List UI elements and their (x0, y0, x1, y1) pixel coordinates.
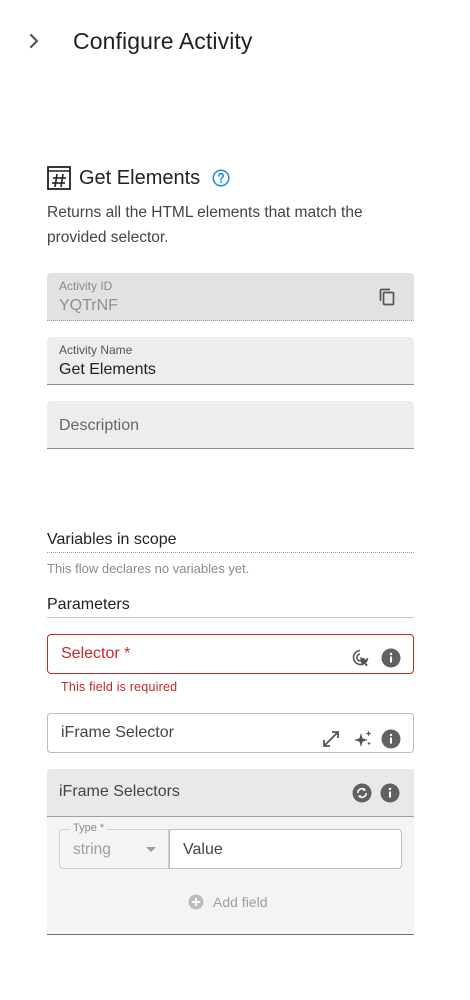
hash-selector-icon (47, 166, 71, 190)
variables-section-title: Variables in scope (47, 531, 414, 553)
activity-name-value: Get Elements (59, 361, 156, 378)
parameters-section-title: Parameters (47, 596, 414, 618)
help-icon[interactable] (212, 169, 230, 187)
iframe-selector-placeholder: iFrame Selector (61, 724, 174, 741)
expand-icon[interactable] (321, 729, 341, 749)
type-select[interactable]: Type * string (59, 822, 169, 869)
description-placeholder: Description (59, 417, 140, 434)
activity-description: Returns all the HTML elements that match… (47, 204, 363, 246)
chevron-right-icon (29, 33, 39, 49)
activity-id-label: Activity ID (59, 279, 113, 293)
info-icon[interactable] (380, 783, 400, 803)
add-circle-icon (188, 894, 204, 910)
copy-icon[interactable] (377, 287, 397, 307)
activity-name-field[interactable]: Activity Name Get Elements (47, 337, 414, 385)
collapse-panel-button[interactable] (24, 31, 44, 51)
activity-title: Get Elements (79, 167, 201, 189)
iframe-selectors-panel: iFrame Selectors Type * string Value Add… (47, 769, 414, 935)
iframe-selectors-header: iFrame Selectors (47, 769, 414, 817)
description-field[interactable]: Description (47, 401, 414, 449)
variables-empty-text: This flow declares no variables yet. (47, 561, 250, 576)
selector-input[interactable]: Selector * (47, 634, 414, 674)
value-placeholder: Value (183, 841, 223, 858)
panel-title: Configure Activity (73, 28, 253, 54)
activity-name-label: Activity Name (59, 343, 133, 357)
info-icon[interactable] (381, 729, 401, 749)
activity-id-value: YQTrNF (59, 297, 118, 314)
iframe-selectors-title: iFrame Selectors (59, 783, 180, 800)
dropdown-arrow-icon (146, 847, 156, 852)
value-input[interactable]: Value (169, 829, 402, 869)
type-label: Type * (70, 822, 108, 834)
sparkle-icon[interactable] (353, 729, 373, 749)
element-picker-icon[interactable] (351, 648, 371, 668)
selector-placeholder: Selector * (61, 645, 131, 662)
type-value: string (73, 841, 111, 858)
add-field-label: Add field (213, 894, 268, 910)
activity-id-field[interactable]: Activity ID YQTrNF (47, 273, 414, 321)
refresh-icon[interactable] (352, 783, 372, 803)
info-icon[interactable] (381, 648, 401, 668)
iframe-selector-input[interactable]: iFrame Selector (47, 713, 414, 753)
selector-error-text: This field is required (61, 680, 178, 694)
